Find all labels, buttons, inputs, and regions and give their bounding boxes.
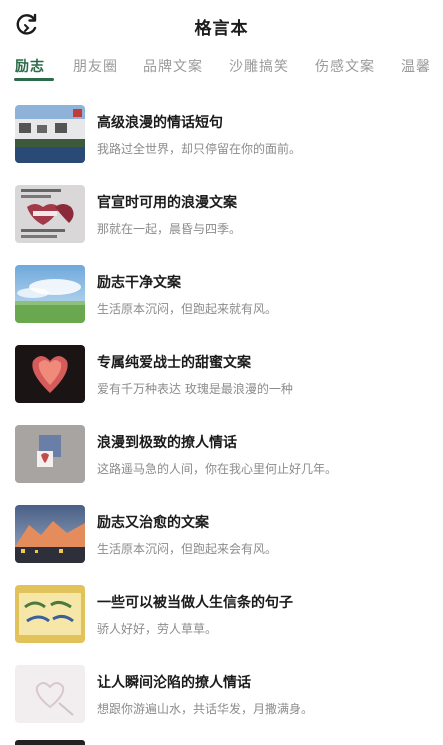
item-title: 一些可以被当做人生信条的句子 [97,595,293,611]
item-subtitle: 生活原本沉闷，但跑起来会有风。 [97,542,278,556]
item-title: 让人瞬间沦陷的撩人情话 [97,675,251,691]
item-subtitle: 那就在一起，晨昏与四季。 [97,222,242,236]
tab-wenxin[interactable]: 温馨 [401,56,431,76]
list-item[interactable]: 高级浪漫的情话短句 我路过全世界，却只停留在你的面前。 [0,100,443,180]
list-item[interactable]: 浪漫到极致的撩人情话 这路遥马急的人间，你在我心里何止好几年。 [0,420,443,500]
item-subtitle: 骄人好好，劳人草草。 [97,622,218,636]
item-title: 高级浪漫的情话短句 [97,115,223,131]
page-title: 格言本 [194,19,249,39]
next-item-thumbnail-edge [15,740,85,745]
list-item[interactable]: 官宣时可用的浪漫文案 那就在一起，晨昏与四季。 [0,180,443,260]
item-title: 官宣时可用的浪漫文案 [97,195,237,211]
tab-shanggan[interactable]: 伤感文案 [315,56,375,76]
thumbnail-image [15,265,85,323]
item-subtitle: 我路过全世界，却只停留在你的面前。 [97,142,302,156]
thumbnail-image [15,505,85,563]
tab-pinpai[interactable]: 品牌文案 [143,56,203,76]
item-subtitle: 生活原本沉闷，但跑起来就有风。 [97,302,278,316]
thumbnail-image [15,425,85,483]
item-subtitle: 这路遥马急的人间，你在我心里何止好几年。 [97,462,338,476]
active-tab-indicator [14,78,54,81]
thumbnail-image [15,585,85,643]
tab-shadiao[interactable]: 沙雕搞笑 [229,56,289,76]
item-subtitle: 爱有千万种表达 玫瑰是最浪漫的一种 [97,382,293,396]
list-item[interactable]: 一些可以被当做人生信条的句子 骄人好好，劳人草草。 [0,580,443,660]
app-header: 格言本 [0,0,443,50]
item-title: 浪漫到极致的撩人情话 [97,435,237,451]
thumbnail-image [15,185,85,243]
list-item[interactable]: 让人瞬间沦陷的撩人情话 想跟你游遍山水，共话华发，月撒满身。 [0,660,443,740]
category-tabs: 励志 朋友圈 品牌文案 沙雕搞笑 伤感文案 温馨 [0,56,443,84]
item-title: 励志干净文案 [97,275,181,291]
list-item[interactable]: 励志干净文案 生活原本沉闷，但跑起来就有风。 [0,260,443,340]
list-item[interactable]: 专属纯爱战士的甜蜜文案 爱有千万种表达 玫瑰是最浪漫的一种 [0,340,443,420]
thumbnail-image [15,345,85,403]
thumbnail-image [15,105,85,163]
item-title: 专属纯爱战士的甜蜜文案 [97,355,251,371]
tab-pengyouquan[interactable]: 朋友圈 [73,56,118,76]
thumbnail-image [15,665,85,723]
tab-lizhi[interactable]: 励志 [15,56,45,76]
item-subtitle: 想跟你游遍山水，共话华发，月撒满身。 [97,702,314,716]
list-item[interactable]: 励志又治愈的文案 生活原本沉闷，但跑起来会有风。 [0,500,443,580]
item-title: 励志又治愈的文案 [97,515,209,531]
